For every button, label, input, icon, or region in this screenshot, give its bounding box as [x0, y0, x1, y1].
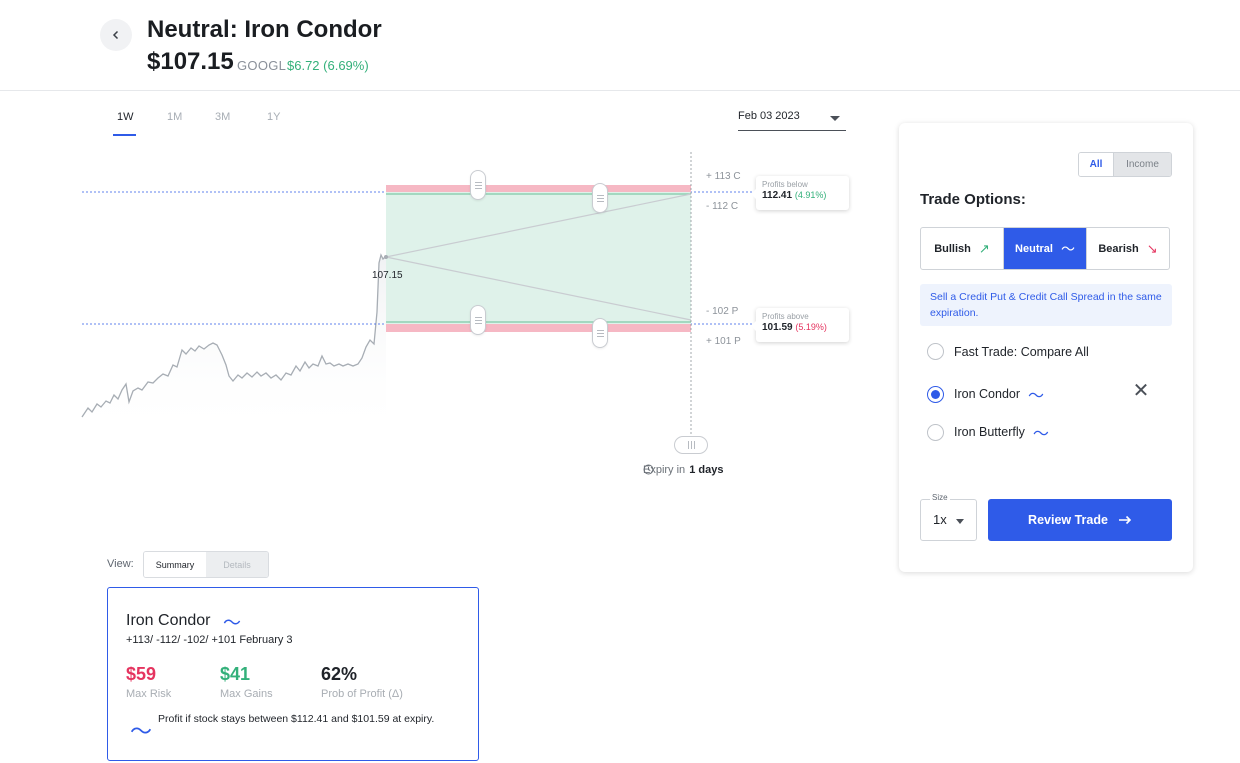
profits-above-tooltip: Profits above 101.59 (5.19%) — [751, 308, 849, 342]
tab-1y[interactable]: 1Y — [267, 111, 280, 123]
strike-113c-handle[interactable] — [470, 170, 486, 200]
max-gains-metric: $41 Max Gains — [220, 664, 273, 700]
tab-1m[interactable]: 1M — [167, 111, 182, 123]
caret-down-icon — [956, 519, 964, 524]
page-title: Neutral: Iron Condor — [147, 16, 382, 43]
profits-above-label: Profits above — [762, 312, 809, 321]
max-risk-metric: $59 Max Risk — [126, 664, 171, 700]
strategy-info-box: Sell a Credit Put & Credit Call Spread i… — [920, 284, 1172, 326]
prob-profit-value: 62% — [321, 664, 358, 684]
current-price-label: 107.15 — [372, 270, 403, 281]
bearish-button[interactable]: Bearish ↘ — [1087, 228, 1169, 269]
profits-above-value: 101.59 (5.19%) — [762, 322, 827, 333]
radio-button-selected[interactable] — [927, 385, 944, 403]
page-header: Neutral: Iron Condor $107.15 GOOGL $6.72… — [0, 0, 1240, 91]
trade-options-panel: All Income Trade Options: Bullish ↗ Neut… — [899, 123, 1193, 572]
radio-button[interactable] — [927, 343, 944, 360]
arrow-down-right-icon: ↘ — [1146, 240, 1158, 256]
arrow-up-right-icon: ↗ — [978, 240, 990, 256]
back-button[interactable] — [100, 19, 132, 51]
option-label: Iron Condor — [954, 387, 1021, 401]
profits-below-label: Profits below — [762, 180, 808, 189]
radio-button[interactable] — [927, 423, 944, 441]
strategy-legs: +113/ -112/ -102/ +101 February 3 — [126, 634, 293, 646]
upper-loss-band — [386, 185, 691, 192]
neutral-wave-icon: 〜 — [1060, 240, 1075, 257]
prob-profit-label: Prob of Profit (Δ) — [321, 688, 403, 700]
neutral-wave-icon: 〜 — [223, 613, 241, 633]
prob-profit-metric: 62% Prob of Profit (Δ) — [321, 664, 403, 700]
size-select[interactable]: Size 1x — [920, 493, 977, 541]
chart-canvas — [81, 152, 752, 440]
strike-label-102p: - 102 P — [706, 306, 739, 317]
arrow-right-icon — [1118, 515, 1132, 525]
neutral-wave-icon: 〜 — [1032, 426, 1049, 443]
view-toggle: Summary Details — [143, 551, 269, 578]
size-label: Size — [930, 493, 950, 502]
strategy-title: Iron Condor — [126, 612, 211, 629]
clock-icon — [643, 464, 654, 475]
max-risk-label: Max Risk — [126, 688, 172, 700]
direction-selector: Bullish ↗ Neutral 〜 Bearish ↘ — [920, 227, 1170, 270]
view-label: View: — [107, 558, 134, 570]
strike-101p-handle[interactable] — [592, 318, 608, 348]
expiration-date-select[interactable]: Feb 03 2023 — [738, 104, 846, 131]
option-label: Fast Trade: Compare All — [954, 344, 1089, 359]
profits-below-tooltip: Profits below 112.41 (4.91%) — [751, 176, 849, 210]
strike-label-112c: - 112 C — [706, 201, 739, 212]
active-tab-indicator — [113, 134, 136, 136]
option-iron-condor[interactable]: Iron Condor 〜 — [927, 382, 1044, 406]
profits-below-value: 112.41 (4.91%) — [762, 190, 827, 201]
expiration-date-value: Feb 03 2023 — [738, 110, 800, 122]
tab-3m[interactable]: 3M — [215, 111, 230, 123]
view-summary-button[interactable]: Summary — [144, 552, 206, 577]
current-price-dot — [384, 255, 388, 259]
max-gains-value: $41 — [220, 664, 251, 684]
price-change: $6.72 (6.69%) — [287, 58, 369, 73]
bullish-button[interactable]: Bullish ↗ — [921, 228, 1003, 269]
strategy-filter: All Income — [1078, 152, 1172, 177]
strike-112c-handle[interactable] — [592, 183, 608, 213]
strike-label-113c: + 113 C — [706, 171, 741, 182]
profit-zone — [386, 192, 691, 324]
strategy-summary-card: Iron Condor 〜 +113/ -112/ -102/ +101 Feb… — [107, 587, 479, 761]
max-risk-value: $59 — [126, 664, 157, 684]
option-fast-trade[interactable]: Fast Trade: Compare All — [927, 343, 1089, 360]
option-iron-butterfly[interactable]: Iron Butterfly 〜 — [927, 420, 1049, 444]
filter-income-button[interactable]: Income — [1113, 153, 1171, 176]
neutral-wave-icon: 〜 — [130, 719, 153, 744]
price-history-area — [82, 255, 386, 440]
strike-102p-handle[interactable] — [470, 305, 486, 335]
payoff-chart: + 113 C - 112 C - 102 P + 101 P Profits … — [0, 140, 880, 490]
option-label: Iron Butterfly — [954, 425, 1025, 439]
profit-range-note: Profit if stock stays between $112.41 an… — [158, 713, 435, 725]
close-icon[interactable]: ✕ — [1131, 381, 1151, 401]
caret-down-icon — [830, 116, 840, 121]
filter-all-button[interactable]: All — [1079, 153, 1113, 176]
view-details-button[interactable]: Details — [206, 552, 268, 577]
max-gains-label: Max Gains — [220, 688, 273, 700]
trade-options-title: Trade Options: — [920, 191, 1026, 208]
chevron-left-icon — [112, 30, 119, 40]
stock-price: $107.15 — [147, 48, 234, 75]
neutral-button[interactable]: Neutral 〜 — [1003, 228, 1087, 269]
strike-label-101p: + 101 P — [706, 336, 741, 347]
expiry-drag-handle[interactable] — [674, 436, 708, 454]
size-value: 1x — [933, 512, 947, 527]
review-trade-button[interactable]: Review Trade — [988, 499, 1172, 541]
neutral-wave-icon: 〜 — [1028, 388, 1045, 405]
tab-1w[interactable]: 1W — [117, 111, 134, 123]
lower-loss-band — [386, 324, 691, 332]
ticker-symbol: GOOGL — [237, 58, 287, 73]
expiry-info: Expiry in 1 days — [643, 464, 724, 476]
